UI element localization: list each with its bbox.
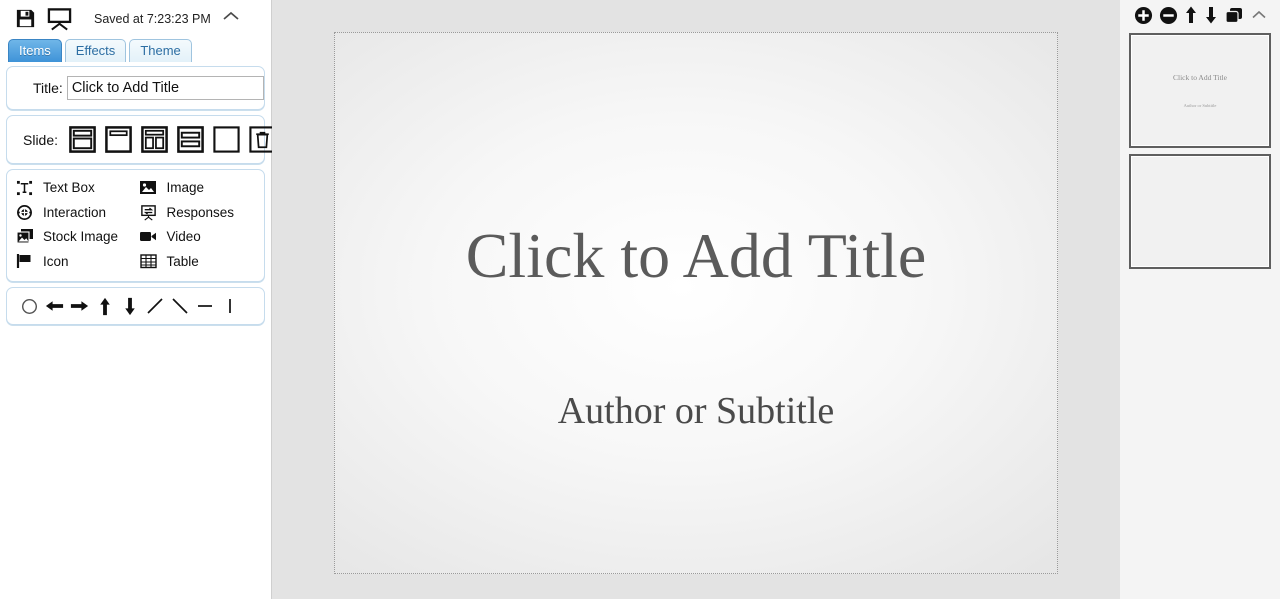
sidebar-topbar: Saved at 7:23:23 PM: [0, 0, 271, 37]
arrow-right-shape[interactable]: [67, 295, 92, 317]
line-diagonal-up-shape[interactable]: [142, 295, 167, 317]
slide-title-placeholder[interactable]: Click to Add Title: [335, 219, 1057, 293]
item-interaction[interactable]: Interaction: [15, 201, 139, 225]
image-icon: [139, 179, 158, 196]
duplicate-slide-icon[interactable]: [1224, 6, 1244, 25]
slide-layout-panel: Slide:: [6, 115, 276, 164]
layout-title-only[interactable]: [104, 125, 133, 154]
shapes-panel: [6, 287, 265, 325]
arrow-left-shape[interactable]: [42, 295, 67, 317]
line-diagonal-down-shape[interactable]: [167, 295, 192, 317]
tab-items[interactable]: Items: [8, 39, 62, 62]
item-label: Interaction: [43, 204, 107, 220]
item-text-box[interactable]: Text Box: [15, 176, 139, 200]
move-slide-down-icon[interactable]: [1204, 5, 1218, 25]
text-box-icon: [15, 179, 34, 196]
sidebar-tabs: Items Effects Theme: [0, 37, 271, 62]
item-label: Image: [166, 180, 205, 196]
arrow-down-shape[interactable]: [117, 295, 142, 317]
responses-icon: [139, 204, 158, 221]
arrow-up-shape[interactable]: [92, 295, 117, 317]
item-label: Table: [166, 253, 199, 269]
item-label: Text Box: [43, 180, 95, 196]
thumbnail-title: Click to Add Title: [1173, 73, 1227, 82]
stock-image-icon: [15, 228, 34, 245]
line-vertical-shape[interactable]: [217, 295, 242, 317]
tab-effects[interactable]: Effects: [64, 39, 127, 62]
item-label: Stock Image: [43, 229, 119, 245]
layout-two-content[interactable]: [140, 125, 169, 154]
items-panel: Text Box Image Interaction Responses Sto…: [6, 169, 265, 282]
line-horizontal-shape[interactable]: [192, 295, 217, 317]
slide-field-label: Slide:: [23, 131, 59, 148]
item-table[interactable]: Table: [139, 250, 263, 274]
title-input[interactable]: [66, 76, 264, 100]
item-image[interactable]: Image: [139, 176, 263, 200]
save-status-label: Saved at 7:23:23 PM: [94, 11, 211, 26]
slides-panel: Click to Add Title Author or Subtitle: [1120, 0, 1280, 599]
item-label: Responses: [166, 204, 235, 220]
interaction-icon: [15, 204, 34, 221]
chevron-up-icon[interactable]: [221, 9, 241, 28]
layout-stacked-bands[interactable]: [176, 125, 205, 154]
tab-theme[interactable]: Theme: [129, 39, 192, 62]
presentation-screen-icon[interactable]: [47, 7, 72, 31]
slides-toolbar: [1120, 0, 1280, 30]
remove-slide-icon[interactable]: [1159, 6, 1178, 25]
slide-thumbnail[interactable]: [1129, 154, 1271, 269]
slide-subtitle-placeholder[interactable]: Author or Subtitle: [335, 389, 1057, 433]
presentation-editor: Saved at 7:23:23 PM Items Effects Theme …: [0, 0, 1280, 599]
layout-title-content[interactable]: [68, 125, 97, 154]
slide-workspace: Click to Add Title Author or Subtitle: [272, 0, 1120, 599]
title-panel: Title:: [6, 66, 265, 110]
video-camera-icon: [139, 228, 158, 245]
layout-blank[interactable]: [212, 125, 241, 154]
slide-canvas[interactable]: Click to Add Title Author or Subtitle: [334, 32, 1058, 574]
thumbnail-subtitle: Author or Subtitle: [1183, 103, 1217, 108]
add-slide-icon[interactable]: [1134, 6, 1153, 25]
move-slide-up-icon[interactable]: [1184, 5, 1198, 25]
item-label: Icon: [43, 253, 69, 269]
title-field-label: Title:: [33, 80, 63, 96]
item-responses[interactable]: Responses: [139, 201, 263, 225]
left-sidebar: Saved at 7:23:23 PM Items Effects Theme …: [0, 0, 276, 599]
item-icon[interactable]: Icon: [15, 250, 139, 274]
floppy-disk-save-icon[interactable]: [14, 7, 37, 30]
item-label: Video: [166, 229, 201, 245]
slide-layout-buttons: [68, 125, 277, 154]
flag-icon: [15, 253, 34, 270]
table-grid-icon: [139, 253, 158, 270]
collapse-panel-icon[interactable]: [1250, 8, 1268, 22]
slide-thumbnail[interactable]: Click to Add Title Author or Subtitle: [1129, 33, 1271, 148]
circle-shape[interactable]: [17, 295, 42, 317]
item-stock-image[interactable]: Stock Image: [15, 225, 139, 249]
item-video[interactable]: Video: [139, 225, 263, 249]
